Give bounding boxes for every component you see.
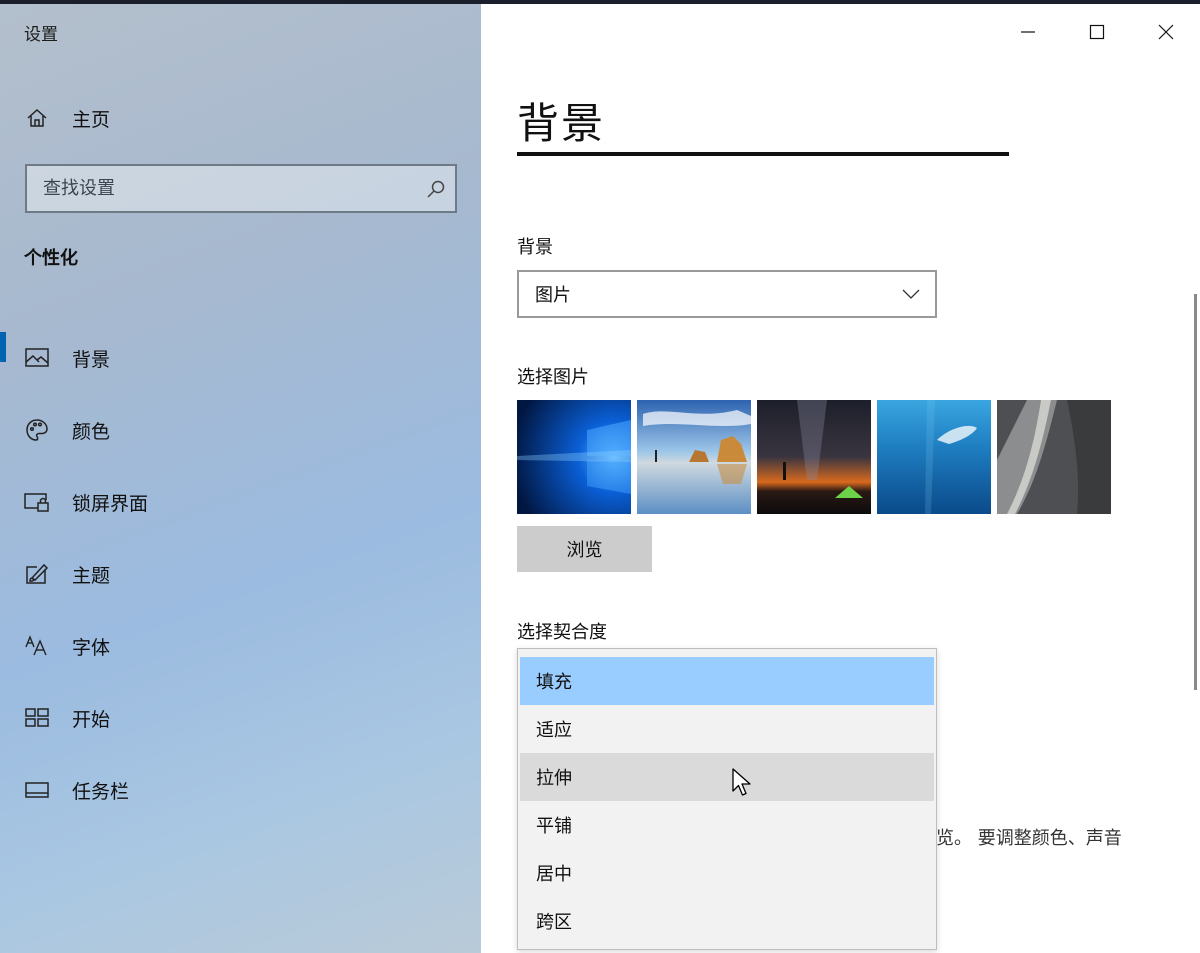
minimize-icon[interactable] <box>993 8 1062 56</box>
choose-fit-label: 选择契合度 <box>517 622 607 643</box>
taskbar-icon <box>24 777 50 803</box>
scrollbar[interactable] <box>1194 294 1197 690</box>
sidebar-item-colors[interactable]: 颜色 <box>0 394 481 466</box>
section-title: 个性化 <box>24 248 78 269</box>
sidebar: 设置 主页 个性化 <box>0 4 481 953</box>
hint-text: 览。 要调整颜色、声音 <box>936 828 1122 849</box>
close-icon[interactable] <box>1131 8 1200 56</box>
sidebar-item-label: 开始 <box>72 708 111 731</box>
sidebar-item-label: 任务栏 <box>72 780 130 803</box>
fit-option-fit[interactable]: 适应 <box>520 705 934 753</box>
sidebar-item-themes[interactable]: 主题 <box>0 538 481 610</box>
thumbnail-underwater[interactable] <box>877 400 991 514</box>
fit-option-span[interactable]: 跨区 <box>520 897 934 945</box>
browse-button[interactable]: 浏览 <box>517 526 652 572</box>
title-underline <box>517 152 1009 156</box>
sidebar-item-start[interactable]: 开始 <box>0 682 481 754</box>
content-pane: 背景 背景 图片 选择图片 浏览 选择契合度 览。 要调整颜色、声音 填充 适应… <box>481 4 1200 953</box>
fit-option-fill[interactable]: 填充 <box>520 657 934 705</box>
thumbnail-night-sky[interactable] <box>757 400 871 514</box>
page-title: 背景 <box>517 99 606 148</box>
thumbnail-cliff[interactable] <box>997 400 1111 514</box>
search-box[interactable] <box>25 164 457 213</box>
sidebar-item-fonts[interactable]: 字体 <box>0 610 481 682</box>
sidebar-item-label: 锁屏界面 <box>72 492 149 515</box>
sidebar-item-background[interactable]: 背景 <box>0 322 481 394</box>
fit-dropdown-list: 填充 适应 拉伸 平铺 居中 跨区 <box>517 648 937 950</box>
theme-brush-icon <box>24 561 50 587</box>
lock-screen-icon <box>24 489 50 515</box>
background-label: 背景 <box>517 237 553 258</box>
settings-window: 设置 主页 个性化 <box>0 0 1200 953</box>
sidebar-item-label: 主页 <box>72 108 111 131</box>
start-tiles-icon <box>24 705 50 731</box>
background-type-select[interactable]: 图片 <box>517 270 937 318</box>
background-type-value: 图片 <box>535 285 571 306</box>
caption-buttons <box>993 8 1200 56</box>
sidebar-item-home[interactable]: 主页 <box>24 102 110 134</box>
fit-option-stretch[interactable]: 拉伸 <box>520 753 934 801</box>
home-icon <box>24 105 50 131</box>
picture-icon <box>24 345 50 371</box>
sidebar-item-label: 字体 <box>72 636 111 659</box>
sidebar-item-label: 背景 <box>72 348 111 371</box>
font-icon <box>24 633 50 659</box>
sidebar-item-label: 颜色 <box>72 420 111 443</box>
thumbnail-windows-logo[interactable] <box>517 400 631 514</box>
choose-picture-label: 选择图片 <box>517 367 589 388</box>
chevron-down-icon <box>887 289 935 299</box>
sidebar-item-taskbar[interactable]: 任务栏 <box>0 754 481 826</box>
picture-thumbnails <box>517 400 1117 514</box>
fit-option-tile[interactable]: 平铺 <box>520 801 934 849</box>
sidebar-item-lock-screen[interactable]: 锁屏界面 <box>0 466 481 538</box>
mouse-cursor-icon <box>732 768 754 802</box>
app-title: 设置 <box>24 25 58 45</box>
thumbnail-beach[interactable] <box>637 400 751 514</box>
maximize-icon[interactable] <box>1062 8 1131 56</box>
search-input[interactable] <box>43 178 417 199</box>
sidebar-item-label: 主题 <box>72 564 111 587</box>
nav-list: 背景 颜色 锁屏界面 主题 字体 开始 任务栏 <box>0 322 481 826</box>
search-icon[interactable] <box>417 170 455 208</box>
palette-icon <box>24 417 50 443</box>
fit-option-center[interactable]: 居中 <box>520 849 934 897</box>
